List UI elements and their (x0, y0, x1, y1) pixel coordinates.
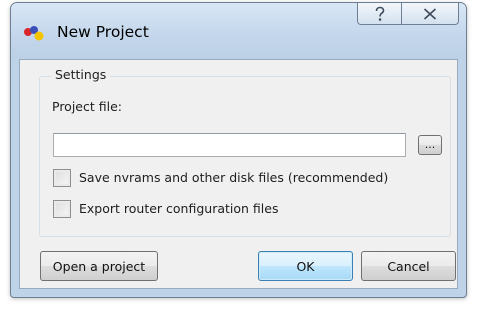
dialog-title: New Project (57, 23, 149, 41)
ok-button[interactable]: OK (258, 251, 353, 281)
project-file-input[interactable] (53, 133, 406, 157)
close-icon (423, 7, 437, 20)
save-nvrams-label[interactable]: Save nvrams and other disk files (recomm… (79, 170, 388, 185)
settings-group: Settings Project file: ... Save nvrams a… (39, 67, 451, 237)
export-router-config-checkbox[interactable] (53, 200, 71, 218)
open-project-button[interactable]: Open a project (40, 251, 158, 281)
project-file-label: Project file: (52, 99, 122, 114)
new-project-dialog: New Project Settings Project file: ... S… (10, 2, 467, 298)
export-router-config-label[interactable]: Export router configuration files (79, 201, 278, 216)
cancel-button[interactable]: Cancel (361, 251, 456, 281)
save-nvrams-checkbox[interactable] (53, 169, 71, 187)
browse-button[interactable]: ... (418, 135, 442, 155)
close-button[interactable] (401, 3, 459, 25)
settings-group-label: Settings (51, 67, 111, 82)
app-logo-icon (24, 26, 44, 41)
title-bar[interactable]: New Project (11, 3, 466, 59)
help-icon (375, 6, 384, 21)
help-button[interactable] (357, 3, 402, 25)
dialog-content: Settings Project file: ... Save nvrams a… (19, 59, 458, 289)
